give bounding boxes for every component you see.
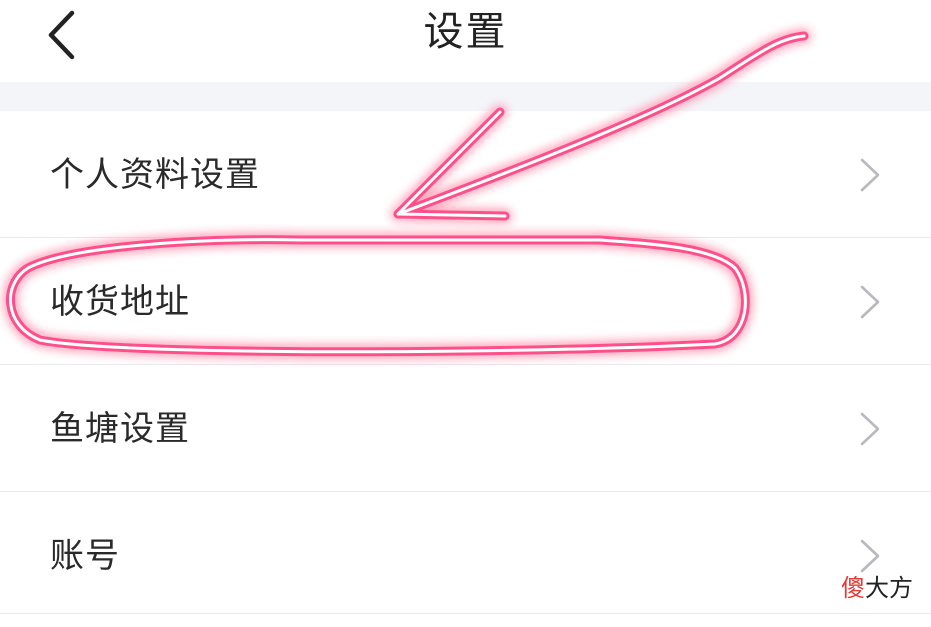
navigation-bar: 设置: [0, 0, 931, 82]
watermark-first-char: 傻: [841, 574, 865, 602]
settings-item-label: 个人资料设置: [50, 155, 260, 195]
section-gap: [0, 82, 931, 111]
chevron-right-icon: [860, 412, 880, 446]
settings-item-label: 鱼塘设置: [50, 409, 190, 449]
watermark-rest: 大方: [865, 574, 913, 602]
settings-item-shipping-address[interactable]: 收货地址: [0, 238, 931, 365]
chevron-right-icon: [860, 158, 880, 192]
watermark: 傻大方: [841, 573, 913, 603]
settings-item-profile[interactable]: 个人资料设置: [0, 111, 931, 238]
settings-item-label: 账号: [50, 536, 120, 576]
settings-item-account[interactable]: 账号: [0, 492, 931, 614]
chevron-right-icon: [860, 539, 880, 573]
page-title: 设置: [423, 9, 508, 55]
settings-item-fishpond[interactable]: 鱼塘设置: [0, 365, 931, 492]
chevron-right-icon: [860, 285, 880, 319]
settings-item-label: 收货地址: [50, 282, 190, 322]
settings-list: 个人资料设置 收货地址 鱼塘设置 账号: [0, 111, 931, 614]
